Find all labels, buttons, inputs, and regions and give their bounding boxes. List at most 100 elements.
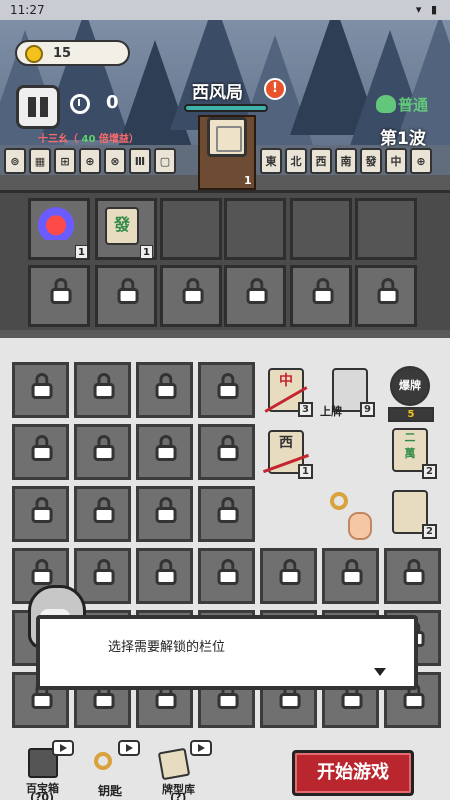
dialog-text: 选择需要解锁的栏位	[108, 640, 226, 655]
locked-board-slot[interactable]	[74, 424, 131, 480]
locked-inventory-slot[interactable]	[95, 265, 157, 327]
tile-fa[interactable]: 發	[105, 207, 139, 245]
deck-sub: (?)	[170, 791, 187, 800]
key-label: 钥匙	[98, 784, 123, 798]
coin-icon	[25, 45, 43, 63]
video-ad-icon[interactable]	[118, 740, 140, 756]
lock-icon	[92, 497, 116, 526]
fire-orb-icon	[38, 198, 74, 240]
lock-icon	[154, 435, 178, 464]
tile-zhong-count: 3	[298, 402, 313, 417]
chest-sub: (?0)	[30, 791, 55, 800]
locked-board-slot[interactable]	[198, 548, 255, 604]
locked-inventory-slot[interactable]	[355, 265, 417, 327]
lock-icon	[340, 559, 364, 588]
deck-icon[interactable]	[157, 747, 191, 781]
locked-inventory-slot[interactable]	[28, 265, 90, 327]
key-icon[interactable]	[94, 752, 112, 770]
small-tile: 西	[310, 148, 332, 174]
inventory-slot[interactable]	[160, 198, 222, 260]
lock-icon	[92, 559, 116, 588]
locked-board-slot[interactable]	[198, 362, 255, 418]
lock-icon	[30, 497, 54, 526]
small-tile: 發	[360, 148, 382, 174]
lock-icon	[402, 559, 426, 588]
locked-board-slot[interactable]	[136, 362, 193, 418]
pause-button[interactable]	[16, 85, 60, 129]
locked-board-slot[interactable]	[322, 548, 379, 604]
hand-points: 40	[81, 134, 96, 145]
alert-icon[interactable]: !	[264, 78, 286, 100]
small-tile: ⊞	[54, 148, 76, 174]
start-game-button[interactable]: 开始游戏	[292, 750, 414, 796]
locked-board-slot[interactable]	[74, 486, 131, 542]
lock-icon	[216, 435, 240, 464]
small-tile: Ⅲ	[129, 148, 151, 174]
lock-icon	[49, 278, 73, 307]
video-ad-icon[interactable]	[190, 740, 212, 756]
small-tile: 北	[285, 148, 307, 174]
lock-icon	[216, 497, 240, 526]
status-bar: 11:27 ▾ ▮	[0, 0, 450, 20]
locked-board-slot[interactable]	[198, 424, 255, 480]
clock: 11:27	[10, 3, 45, 17]
small-tile: ⊕	[79, 148, 101, 174]
locked-inventory-slot[interactable]	[224, 265, 286, 327]
locked-board-slot[interactable]	[198, 486, 255, 542]
locked-board-slot[interactable]	[12, 362, 69, 418]
locked-board-slot[interactable]	[12, 424, 69, 480]
locked-inventory-slot[interactable]	[160, 265, 222, 327]
round-title: 西风局	[192, 83, 243, 103]
lock-icon	[181, 278, 205, 307]
locked-board-slot[interactable]	[136, 424, 193, 480]
shangpai-count: 9	[360, 402, 375, 417]
lock-icon	[30, 559, 54, 588]
lock-icon	[311, 278, 335, 307]
lock-icon	[216, 373, 240, 402]
explode-cost: 5	[388, 407, 434, 422]
hand-suffix: 倍增益）	[98, 134, 139, 145]
small-tile: 中	[385, 148, 407, 174]
draw-pile-tile[interactable]	[207, 117, 247, 157]
small-tile: 南	[335, 148, 357, 174]
lock-icon	[154, 559, 178, 588]
locked-inventory-slot[interactable]	[290, 265, 352, 327]
explode-button[interactable]: 爆牌	[390, 366, 430, 406]
pointer-hand-icon	[348, 512, 372, 540]
skull-icon	[376, 95, 396, 113]
locked-board-slot[interactable]	[260, 548, 317, 604]
inventory-slot[interactable]	[224, 198, 286, 260]
coin-value: 15	[53, 46, 72, 61]
small-tile: ▦	[29, 148, 51, 174]
lock-icon	[154, 497, 178, 526]
small-tile: ⊚	[4, 148, 26, 174]
lock-icon	[216, 559, 240, 588]
locked-board-slot[interactable]	[12, 486, 69, 542]
item-count: 1	[75, 245, 88, 259]
difficulty-label: 普通	[398, 96, 429, 114]
locked-board-slot[interactable]	[384, 548, 441, 604]
small-tile: 東	[260, 148, 282, 174]
locked-board-slot[interactable]	[74, 362, 131, 418]
round-progress-bar	[184, 104, 268, 112]
tile-back-count: 2	[422, 524, 437, 539]
small-tile: ⊕	[410, 148, 432, 174]
status-icons: ▾ ▮	[415, 3, 440, 16]
hint-dialog[interactable]: 选择需要解锁的栏位	[36, 615, 418, 690]
lock-icon	[245, 278, 269, 307]
lock-icon	[92, 373, 116, 402]
locked-board-slot[interactable]	[136, 548, 193, 604]
tile-xi-count: 1	[298, 464, 313, 479]
hand-name: 十三幺（	[38, 134, 78, 145]
clock-icon	[70, 94, 90, 114]
inventory-slot[interactable]	[355, 198, 417, 260]
lock-icon	[278, 559, 302, 588]
inventory-slot[interactable]	[290, 198, 352, 260]
video-ad-icon[interactable]	[52, 740, 74, 756]
shangpai-label: 上牌	[320, 405, 342, 418]
timer-value: 0	[106, 92, 119, 113]
locked-board-slot[interactable]	[136, 486, 193, 542]
left-tile-row: ⊚ ▦ ⊞ ⊕ ⊗ Ⅲ ▢	[4, 148, 176, 174]
right-tile-row: 東 北 西 南 發 中 ⊕	[260, 148, 432, 174]
item-count: 1	[140, 245, 153, 259]
